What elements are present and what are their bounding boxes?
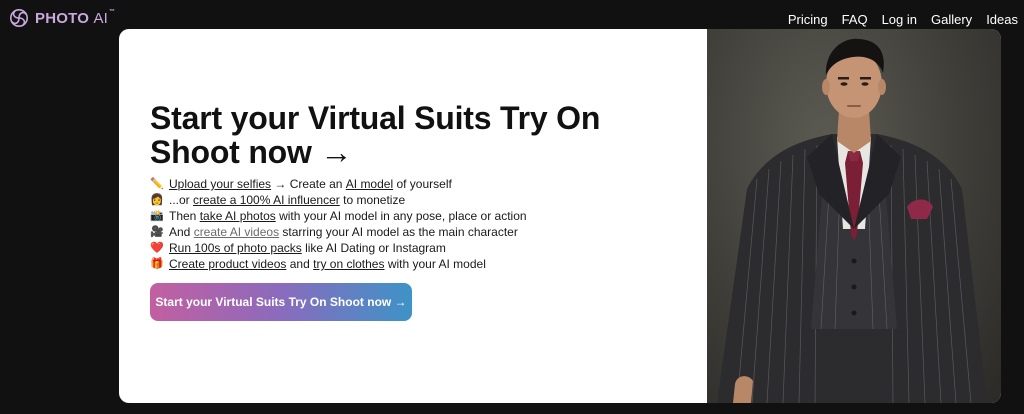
feature-text: ...or: [169, 193, 194, 207]
nav-pricing[interactable]: Pricing: [788, 12, 828, 27]
hero-card: Start your Virtual Suits Try On Shoot no…: [119, 29, 1001, 403]
hero-content: Start your Virtual Suits Try On Shoot no…: [119, 29, 707, 403]
feature-text: → Create an: [271, 177, 346, 191]
feature-emoji-icon: ❤️: [150, 242, 164, 254]
feature-list: ✏️ Upload your selfies → Create an AI mod…: [150, 176, 527, 272]
feature-emoji-icon: 👩: [150, 194, 164, 206]
feature-item: 👩 ...or create a 100% AI influencer to mo…: [150, 192, 527, 208]
feature-text: with your AI model in any pose, place or…: [275, 209, 527, 223]
feature-item: 📸 Then take AI photos with your AI model …: [150, 208, 527, 224]
feature-text: with your AI model: [384, 257, 486, 271]
feature-text: Then: [169, 209, 200, 223]
feature-emoji-icon: 🎥: [150, 226, 164, 238]
feature-item: 🎁 Create product videos and try on clothe…: [150, 256, 527, 272]
start-shoot-button[interactable]: Start your Virtual Suits Try On Shoot no…: [150, 283, 412, 321]
feature-item: ❤️ Run 100s of photo packs like AI Dating…: [150, 240, 527, 256]
feature-text: And: [169, 225, 194, 239]
nav-faq[interactable]: FAQ: [842, 12, 868, 27]
main-nav: Pricing FAQ Log in Gallery Ideas: [788, 12, 1018, 27]
feature-emoji-icon: 📸: [150, 210, 164, 222]
nav-login[interactable]: Log in: [882, 12, 917, 27]
feature-text: starring your AI model as the main chara…: [279, 225, 518, 239]
hero-photo: [707, 29, 1001, 403]
feature-emoji-icon: 🎁: [150, 258, 164, 270]
logo[interactable]: PHOTO AI™: [9, 8, 115, 28]
feature-emoji-icon: ✏️: [150, 178, 164, 190]
logo-text: PHOTO AI™: [35, 8, 116, 27]
feature-link[interactable]: try on clothes: [313, 256, 384, 272]
feature-link[interactable]: take AI photos: [200, 208, 276, 224]
suited-man-illustration: [717, 38, 987, 403]
feature-link[interactable]: AI model: [346, 176, 393, 192]
feature-text: and: [286, 257, 314, 271]
swirl-logo-icon: [9, 8, 29, 28]
feature-link[interactable]: create AI videos: [194, 224, 279, 240]
feature-text: like AI Dating or Instagram: [301, 241, 446, 255]
nav-gallery[interactable]: Gallery: [931, 12, 972, 27]
nav-ideas[interactable]: Ideas: [986, 12, 1018, 27]
hero-headline: Start your Virtual Suits Try On Shoot no…: [150, 100, 601, 170]
feature-text: to monetize: [339, 193, 406, 207]
feature-text: of yourself: [393, 177, 452, 191]
feature-item: 🎥 And create AI videos starring your AI m…: [150, 224, 527, 240]
feature-link[interactable]: Create product videos: [169, 256, 286, 272]
feature-item: ✏️ Upload your selfies → Create an AI mod…: [150, 176, 527, 192]
feature-link[interactable]: Upload your selfies: [169, 176, 271, 192]
feature-link[interactable]: create a 100% AI influencer: [193, 192, 340, 208]
feature-link[interactable]: Run 100s of photo packs: [169, 240, 302, 256]
